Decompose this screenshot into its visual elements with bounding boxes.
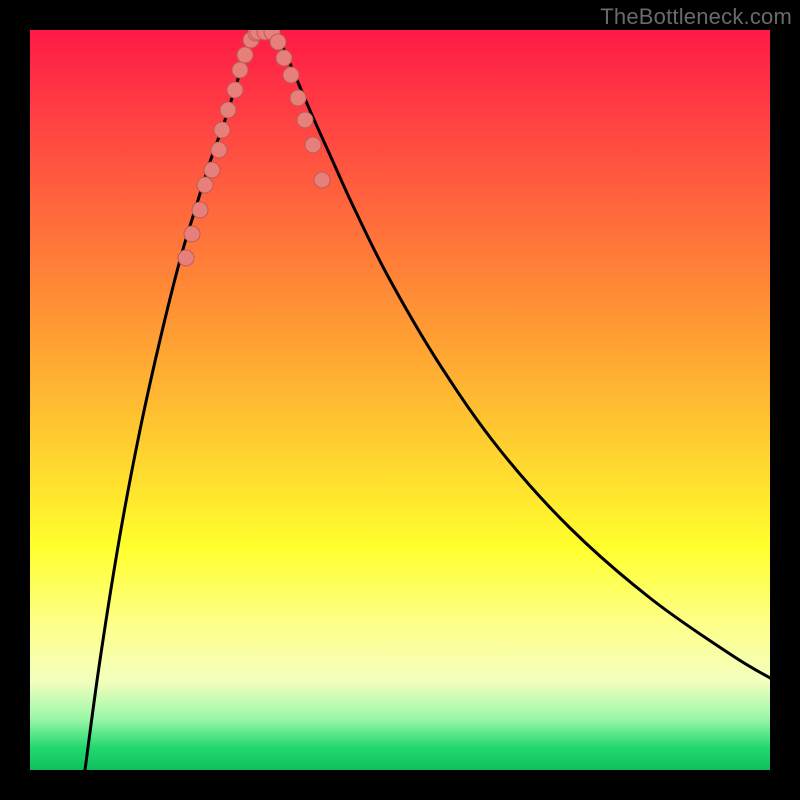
curve-right-branch [275,30,770,678]
data-dot [305,137,321,153]
data-dot [214,122,230,138]
data-dot [197,177,213,193]
data-dot [297,112,313,128]
curve-left-branch [85,30,255,770]
data-dot [237,47,253,63]
plot-area [30,30,770,770]
data-dot [290,90,306,106]
data-dot [204,162,220,178]
data-dot [227,82,243,98]
curve-layer [85,30,770,770]
watermark-text: TheBottleneck.com [600,4,792,30]
data-dot [283,67,299,83]
data-dot [178,250,194,266]
data-dot [270,34,286,50]
dot-layer [178,30,330,266]
data-dot [192,202,208,218]
data-dot [220,102,236,118]
chart-svg [30,30,770,770]
data-dot [184,226,200,242]
chart-frame: TheBottleneck.com [0,0,800,800]
data-dot [211,142,227,158]
data-dot [232,62,248,78]
data-dot [276,50,292,66]
data-dot [314,172,330,188]
